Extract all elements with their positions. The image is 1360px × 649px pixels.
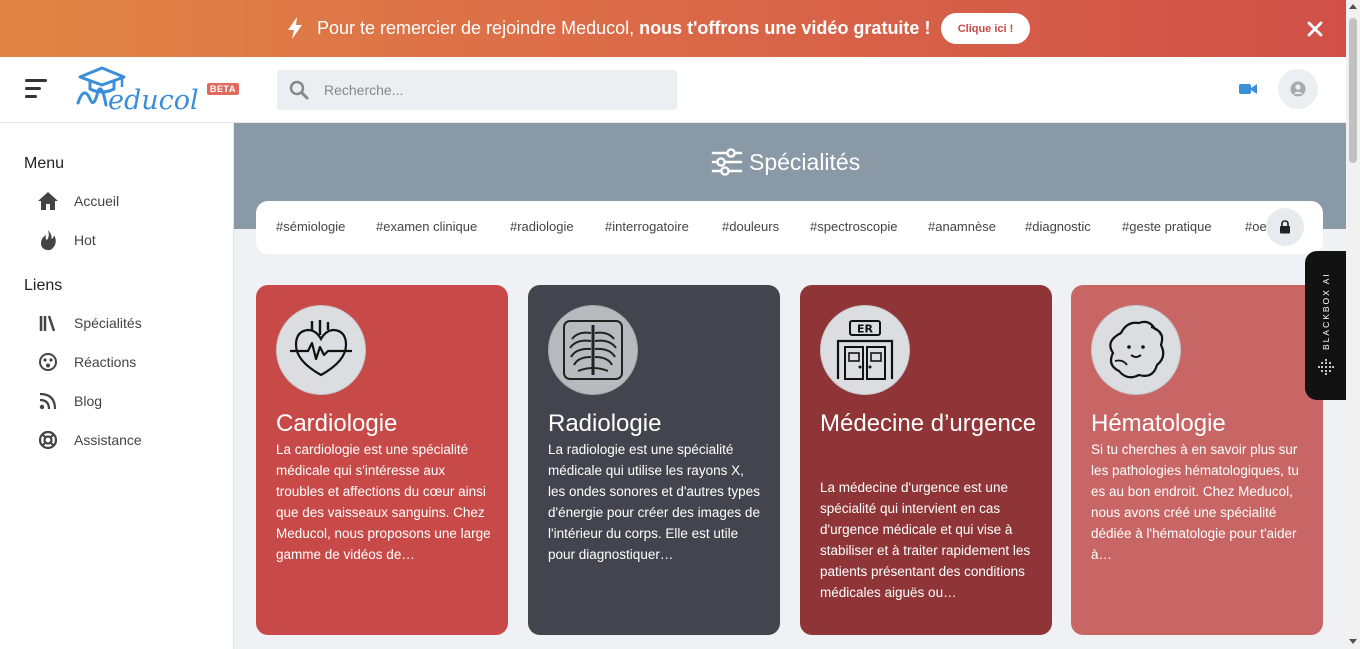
sidebar-item-label: Assistance [74,432,142,448]
svg-text:educol: educol [108,85,199,115]
sidebar-item-label: Réactions [74,354,137,370]
blackbox-ai-tab[interactable]: BLACKBOX AI [1305,251,1346,400]
home-icon [36,189,60,213]
tag-chip[interactable]: #geste pratique [1122,219,1212,234]
card-title: Cardiologie [276,410,398,437]
card-description: La cardiologie est une spécialité médica… [276,442,491,562]
tags-bar: #sémiologie #examen clinique #radiologie… [256,201,1323,254]
close-icon[interactable] [1305,19,1325,39]
lock-icon [1280,220,1290,234]
card-description: La radiologie est une spécialité médical… [548,442,760,562]
top-header: educol BETA [0,57,1346,123]
sidebar-item-label: Accueil [74,193,120,209]
blood-cell-icon [1091,305,1181,395]
beta-badge: BETA [207,83,239,95]
specialty-card-radiologie[interactable]: Radiologie La radiologie est une spécial… [528,285,780,635]
tag-chip[interactable]: #anamnèse [928,219,996,234]
dots-icon [1318,359,1334,375]
tag-chip[interactable]: #douleurs [722,219,779,234]
search-bar[interactable] [277,70,677,110]
tags-more-button[interactable] [1266,208,1304,246]
video-camera-icon[interactable] [1238,81,1258,97]
heart-icon [276,305,366,395]
sidebar-item-assistance[interactable]: Assistance [36,428,216,452]
emergency-room-icon: ER [820,305,910,395]
specialty-card-hematologie[interactable]: Hématologie Si tu cherches à en savoir p… [1071,285,1323,635]
card-title: Médecine d’urgence [820,410,1037,437]
promo-message-part1: Pour te remercier de rejoindre Meducol, [317,18,640,38]
sidebar-item-reactions[interactable]: Réactions [36,350,216,374]
user-avatar-button[interactable] [1278,69,1318,109]
tag-chip[interactable]: #examen clinique [376,219,477,234]
tag-chip[interactable]: #spectroscopie [810,219,897,234]
sidebar: Menu Accueil Hot Liens Spécialités Réact… [0,123,234,649]
scroll-up-icon[interactable] [1349,4,1357,9]
section-title-text: Spécialités [749,148,861,175]
blackbox-ai-label: BLACKBOX AI [1321,272,1331,350]
sidebar-item-blog[interactable]: Blog [36,389,216,413]
search-icon [289,80,309,100]
card-title: Hématologie [1091,410,1226,437]
promo-message-part2: nous t'offrons une vidéo gratuite ! [639,18,931,38]
page-scrollbar[interactable] [1346,0,1360,649]
card-title: Radiologie [548,410,662,437]
lifebuoy-icon [36,428,60,452]
books-icon [36,311,60,335]
sliders-icon [711,148,743,176]
face-icon [36,350,60,374]
fire-icon [36,228,60,252]
tag-chip[interactable]: #sémiologie [276,219,345,234]
specialty-card-medecine-urgence[interactable]: ER Médecine d’urgence La médecine d'urge… [800,285,1052,635]
tag-chip[interactable]: #radiologie [510,219,574,234]
tag-chip[interactable]: #interrogatoire [605,219,689,234]
rss-icon [36,389,60,413]
sidebar-links-title: Liens [24,277,63,294]
scrollbar-thumb[interactable] [1349,18,1357,163]
sidebar-item-label: Spécialités [74,315,142,331]
tag-chip[interactable]: #diagnostic [1025,219,1091,234]
user-icon [1290,81,1306,97]
specialty-card-cardiologie[interactable]: Cardiologie La cardiologie est une spéci… [256,285,508,635]
promo-banner: Pour te remercier de rejoindre Meducol, … [0,0,1346,57]
svg-text:ER: ER [857,323,874,336]
sidebar-menu-title: Menu [24,155,65,172]
section-title: Spécialités [711,145,860,179]
promo-message: Pour te remercier de rejoindre Meducol, … [317,18,930,39]
search-input[interactable] [324,70,664,110]
menu-toggle-icon[interactable] [25,79,47,99]
sidebar-item-accueil[interactable]: Accueil [36,189,216,213]
scroll-down-icon[interactable] [1349,639,1357,644]
lightning-icon [288,17,302,39]
sidebar-item-label: Blog [74,393,103,409]
promo-cta-button[interactable]: Clique ici ! [941,13,1030,44]
sidebar-item-label: Hot [74,232,96,248]
sidebar-item-hot[interactable]: Hot [36,228,216,252]
card-description: La médecine d'urgence est une spécialité… [820,480,1031,600]
card-description: Si tu cherches à en savoir plus sur les … [1091,442,1299,562]
sidebar-item-specialites[interactable]: Spécialités [36,311,216,335]
xray-icon [548,305,638,395]
